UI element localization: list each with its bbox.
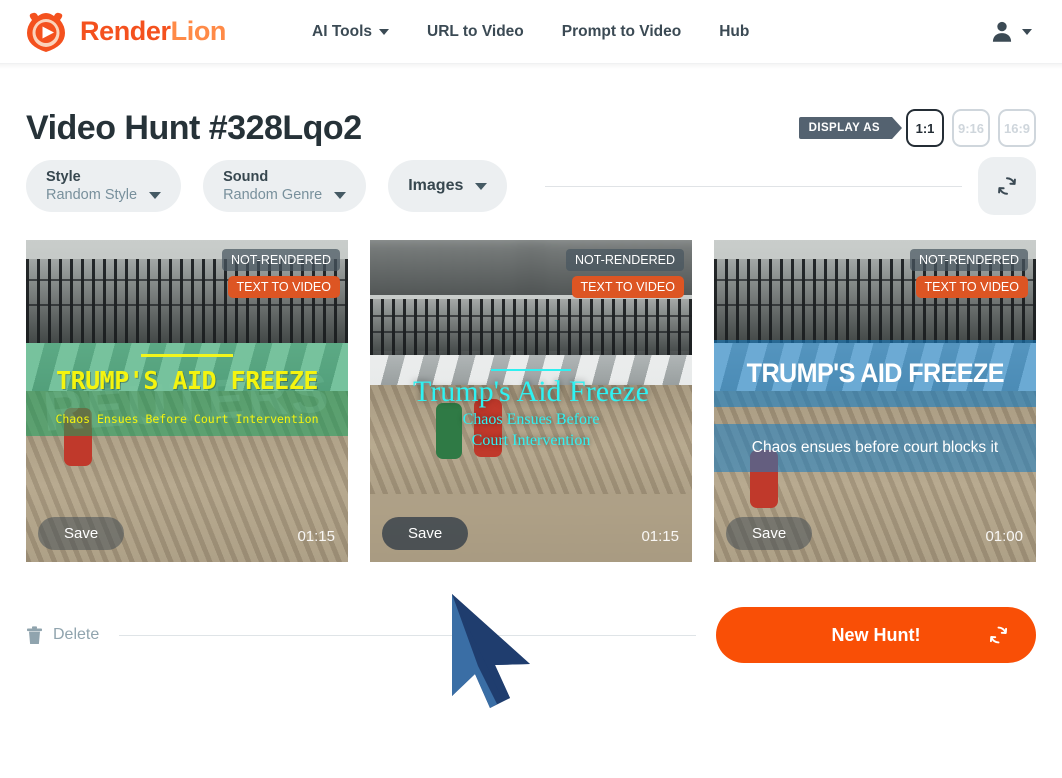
style-dropdown-label: Style xyxy=(46,168,81,185)
nav-item-url-to-video[interactable]: URL to Video xyxy=(427,23,524,41)
images-dropdown[interactable]: Images xyxy=(388,160,508,212)
sound-dropdown-label: Sound xyxy=(223,168,269,185)
images-dropdown-label: Images xyxy=(408,177,464,194)
ratio-label-16-9: 16:9 xyxy=(1003,120,1031,136)
nav-item-prompt-to-video[interactable]: Prompt to Video xyxy=(562,23,681,41)
chevron-down-icon xyxy=(475,182,488,190)
style-dropdown[interactable]: Style Random Style xyxy=(26,160,182,212)
chevron-down-icon xyxy=(379,28,390,35)
new-hunt-label: New Hunt! xyxy=(831,624,921,645)
caption-band: TRUMP'S AID FREEZE xyxy=(714,339,1036,408)
nav-item-ai-tools[interactable]: AI Tools xyxy=(312,22,390,41)
account-menu[interactable] xyxy=(989,19,1040,45)
nav-label-url-to-video: URL to Video xyxy=(427,22,524,40)
card-headline: Trump's Aid Freeze xyxy=(413,374,649,408)
chevron-down-icon xyxy=(334,192,347,199)
save-button[interactable]: Save xyxy=(382,517,469,550)
sound-dropdown[interactable]: Sound Random Genre xyxy=(203,160,367,212)
style-dropdown-value: Random Style xyxy=(46,186,138,203)
title-row: Video Hunt #328Lqo2 DISPLAY AS 1:1 9:16 … xyxy=(26,64,1036,150)
new-hunt-button[interactable]: New Hunt! xyxy=(716,607,1036,663)
type-badge: TEXT TO VIDEO xyxy=(571,276,684,298)
save-button[interactable]: Save xyxy=(38,517,125,550)
chevron-down-icon xyxy=(149,192,162,199)
duration-label: 01:15 xyxy=(641,528,679,545)
ratio-label-9-16: 9:16 xyxy=(957,120,985,136)
nav-label-prompt-to-video: Prompt to Video xyxy=(561,22,682,40)
chevron-down-icon xyxy=(1022,28,1032,35)
refresh-filters-button[interactable] xyxy=(978,157,1036,215)
refresh-icon xyxy=(989,626,1008,644)
ratio-label-1-1: 1:1 xyxy=(915,120,935,136)
type-badge: TEXT TO VIDEO xyxy=(227,276,340,298)
refresh-icon xyxy=(998,177,1016,195)
duration-label: 01:00 xyxy=(985,528,1023,545)
video-card[interactable]: TRUMP'S AID FREEZE Chaos ensues before c… xyxy=(714,240,1036,562)
brand-name: RenderLion xyxy=(80,16,226,47)
brand-name-part2: Lion xyxy=(170,16,227,46)
filter-divider xyxy=(545,185,962,187)
status-badge: NOT-RENDERED xyxy=(221,249,340,271)
nav-label-hub: Hub xyxy=(719,22,750,40)
card-subtitle: Chaos Ensues Before Court Intervention xyxy=(55,411,319,426)
accent-rule xyxy=(141,353,233,357)
nav-label-ai-tools: AI Tools xyxy=(312,22,373,40)
sound-dropdown-value: Random Genre xyxy=(223,186,323,203)
type-badge: TEXT TO VIDEO xyxy=(915,276,1028,298)
display-as-label: DISPLAY AS xyxy=(798,117,903,139)
video-card-grid: REUTERS TRUMP'S AID FREEZE Chaos Ensues … xyxy=(26,240,1036,562)
save-button[interactable]: Save xyxy=(726,517,813,550)
trash-icon xyxy=(27,625,42,644)
ratio-button-9-16[interactable]: 9:16 xyxy=(952,109,990,147)
user-account-icon xyxy=(992,21,1012,42)
delete-button[interactable]: Delete xyxy=(26,625,100,645)
card-badges: NOT-RENDERED TEXT TO VIDEO xyxy=(221,249,340,298)
card-badges: NOT-RENDERED TEXT TO VIDEO xyxy=(565,249,684,298)
card-subtitle: Chaos Ensues Before Court Intervention xyxy=(462,410,600,449)
caption-band: Trump's Aid Freeze Chaos Ensues Before C… xyxy=(370,368,692,451)
video-card[interactable]: REUTERS TRUMP'S AID FREEZE Chaos Ensues … xyxy=(26,240,348,562)
page-body: Video Hunt #328Lqo2 DISPLAY AS 1:1 9:16 … xyxy=(0,64,1062,663)
status-badge: NOT-RENDERED xyxy=(565,249,684,271)
card-subtitle: Chaos ensues before court blocks it xyxy=(751,438,999,456)
brand-name-part1: Render xyxy=(80,16,171,46)
page-title: Video Hunt #328Lqo2 xyxy=(26,108,362,147)
duration-label: 01:15 xyxy=(297,528,335,545)
filter-bar: Style Random Style Sound Random Genre Im… xyxy=(26,154,1036,218)
delete-label: Delete xyxy=(53,626,100,643)
status-badge: NOT-RENDERED xyxy=(909,249,1028,271)
top-header: RenderLion AI Tools URL to Video Prompt … xyxy=(0,0,1062,69)
nav-item-hub[interactable]: Hub xyxy=(719,23,749,41)
video-card[interactable]: Trump's Aid Freeze Chaos Ensues Before C… xyxy=(370,240,692,562)
caption-band: TRUMP'S AID FREEZE Chaos Ensues Before C… xyxy=(26,343,348,437)
brand-logo[interactable]: RenderLion xyxy=(22,8,226,56)
lion-play-logo-icon xyxy=(22,8,70,56)
ratio-button-16-9[interactable]: 16:9 xyxy=(998,109,1036,147)
card-badges: NOT-RENDERED TEXT TO VIDEO xyxy=(909,249,1028,298)
card-headline: TRUMP'S AID FREEZE xyxy=(746,358,1004,389)
main-navigation: AI Tools URL to Video Prompt to Video Hu… xyxy=(312,23,749,41)
subtitle-band: Chaos ensues before court blocks it xyxy=(714,423,1036,472)
footer-actions: Delete New Hunt! xyxy=(26,607,1036,663)
accent-rule xyxy=(491,368,571,371)
display-as-control: DISPLAY AS 1:1 9:16 16:9 xyxy=(798,109,1036,147)
ratio-button-1-1[interactable]: 1:1 xyxy=(906,109,944,147)
footer-divider xyxy=(119,634,696,636)
card-headline: TRUMP'S AID FREEZE xyxy=(56,365,318,395)
